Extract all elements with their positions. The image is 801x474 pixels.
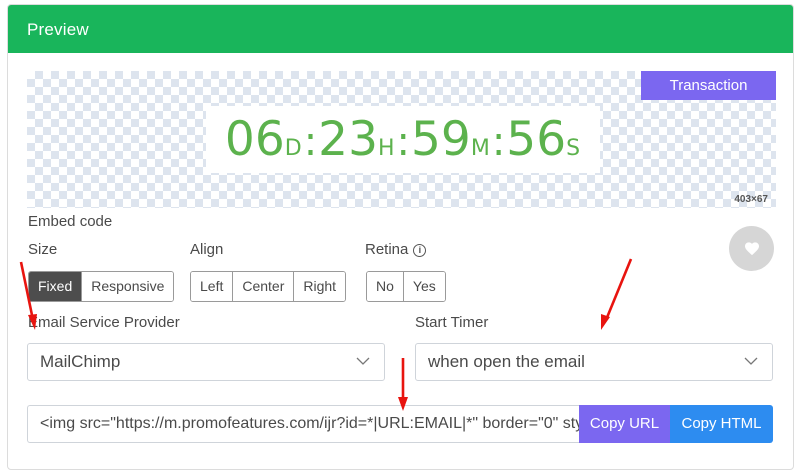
- countdown-timer: 06 D : 23 H : 59 M : 56 S: [206, 106, 600, 173]
- card-header: Preview: [8, 5, 793, 53]
- retina-no-button[interactable]: No: [367, 272, 404, 301]
- chevron-down-icon: [744, 357, 758, 365]
- align-center-button[interactable]: Center: [233, 272, 295, 301]
- esp-select-value: MailChimp: [40, 352, 121, 371]
- timer-separator: :: [491, 119, 506, 165]
- align-toggle: Left Center Right: [190, 271, 347, 302]
- timer-seconds-unit: S: [566, 136, 581, 161]
- size-toggle: Fixed Responsive: [28, 271, 175, 302]
- timer-minutes: 59: [411, 112, 471, 167]
- timer-separator: :: [303, 119, 318, 165]
- timer-seconds: 56: [506, 112, 567, 167]
- embed-code-input[interactable]: <img src="https://m.promofeatures.com/ij…: [27, 405, 579, 443]
- embed-code-row: <img src="https://m.promofeatures.com/ij…: [27, 405, 773, 443]
- align-right-button[interactable]: Right: [294, 272, 346, 301]
- card-title: Preview: [27, 20, 89, 39]
- timer-days-unit: D: [284, 136, 302, 161]
- retina-toggle: No Yes: [366, 271, 446, 302]
- preview-card: Preview Transaction 06 D : 23 H : 59 M :…: [7, 4, 794, 470]
- retina-label-text: Retina: [365, 241, 409, 258]
- esp-label: Email Service Provider: [28, 314, 180, 331]
- size-label: Size: [28, 241, 58, 258]
- transaction-badge[interactable]: Transaction: [641, 71, 776, 100]
- preview-dimensions: 403×67: [734, 194, 768, 205]
- timer-hours-unit: H: [377, 136, 395, 161]
- esp-select[interactable]: MailChimp: [27, 343, 385, 381]
- start-timer-select-value: when open the email: [428, 352, 585, 371]
- favorite-button[interactable]: [729, 226, 774, 271]
- retina-label: Retina i: [365, 241, 427, 258]
- timer-hours: 23: [318, 112, 378, 167]
- size-responsive-button[interactable]: Responsive: [82, 272, 174, 301]
- align-left-button[interactable]: Left: [191, 272, 234, 301]
- heart-icon: [744, 242, 759, 256]
- copy-url-button[interactable]: Copy URL: [579, 405, 670, 443]
- chevron-down-icon: [356, 357, 370, 365]
- start-timer-label: Start Timer: [415, 314, 489, 331]
- retina-yes-button[interactable]: Yes: [403, 272, 445, 301]
- copy-html-button[interactable]: Copy HTML: [670, 405, 773, 443]
- info-icon[interactable]: i: [413, 244, 427, 257]
- timer-minutes-unit: M: [470, 136, 490, 161]
- align-label: Align: [190, 241, 224, 258]
- start-timer-select[interactable]: when open the email: [415, 343, 773, 381]
- timer-separator: :: [396, 119, 411, 165]
- size-fixed-button[interactable]: Fixed: [29, 272, 83, 301]
- embed-code-heading: Embed code: [28, 213, 113, 230]
- timer-preview: Transaction 06 D : 23 H : 59 M : 56 S 40…: [27, 71, 776, 208]
- timer-days: 06: [224, 112, 285, 167]
